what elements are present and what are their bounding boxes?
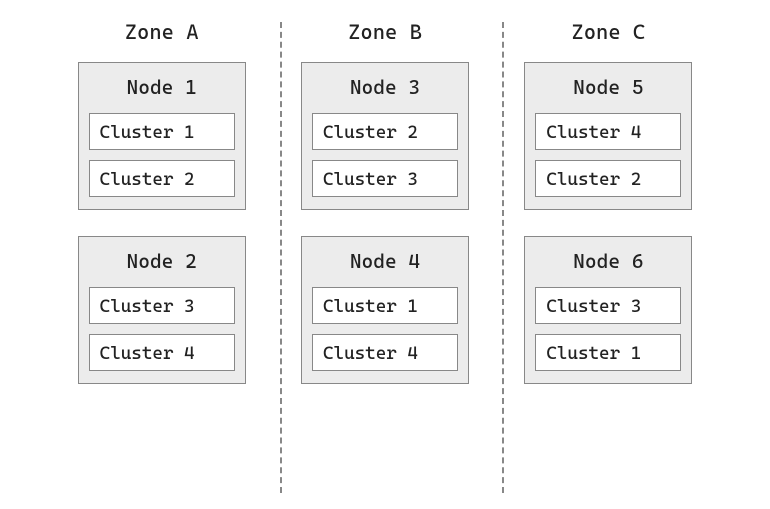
node-box: Node 1 Cluster 1 Cluster 2 bbox=[78, 62, 246, 210]
zone-divider bbox=[280, 22, 282, 493]
zone-c: Zone C Node 5 Cluster 4 Cluster 2 Node 6… bbox=[497, 18, 720, 479]
cluster-zone-diagram: Zone A Node 1 Cluster 1 Cluster 2 Node 2… bbox=[0, 0, 770, 509]
cluster-box: Cluster 1 bbox=[312, 287, 458, 324]
node-box: Node 2 Cluster 3 Cluster 4 bbox=[78, 236, 246, 384]
node-label: Node 4 bbox=[312, 245, 458, 281]
zone-b: Zone B Node 3 Cluster 2 Cluster 3 Node 4… bbox=[273, 18, 496, 479]
cluster-box: Cluster 3 bbox=[312, 160, 458, 197]
node-box: Node 3 Cluster 2 Cluster 3 bbox=[301, 62, 469, 210]
node-label: Node 2 bbox=[89, 245, 235, 281]
cluster-box: Cluster 4 bbox=[535, 113, 681, 150]
cluster-box: Cluster 2 bbox=[535, 160, 681, 197]
cluster-box: Cluster 4 bbox=[89, 334, 235, 371]
node-box: Node 4 Cluster 1 Cluster 4 bbox=[301, 236, 469, 384]
node-box: Node 5 Cluster 4 Cluster 2 bbox=[524, 62, 692, 210]
cluster-box: Cluster 2 bbox=[312, 113, 458, 150]
zone-label: Zone A bbox=[125, 20, 199, 44]
cluster-box: Cluster 2 bbox=[89, 160, 235, 197]
zone-a: Zone A Node 1 Cluster 1 Cluster 2 Node 2… bbox=[50, 18, 273, 479]
node-label: Node 3 bbox=[312, 71, 458, 107]
zone-label: Zone C bbox=[571, 20, 645, 44]
cluster-box: Cluster 3 bbox=[89, 287, 235, 324]
node-box: Node 6 Cluster 3 Cluster 1 bbox=[524, 236, 692, 384]
node-label: Node 6 bbox=[535, 245, 681, 281]
cluster-box: Cluster 4 bbox=[312, 334, 458, 371]
zone-divider bbox=[502, 22, 504, 493]
zone-label: Zone B bbox=[348, 20, 422, 44]
node-label: Node 1 bbox=[89, 71, 235, 107]
cluster-box: Cluster 3 bbox=[535, 287, 681, 324]
node-label: Node 5 bbox=[535, 71, 681, 107]
cluster-box: Cluster 1 bbox=[535, 334, 681, 371]
cluster-box: Cluster 1 bbox=[89, 113, 235, 150]
